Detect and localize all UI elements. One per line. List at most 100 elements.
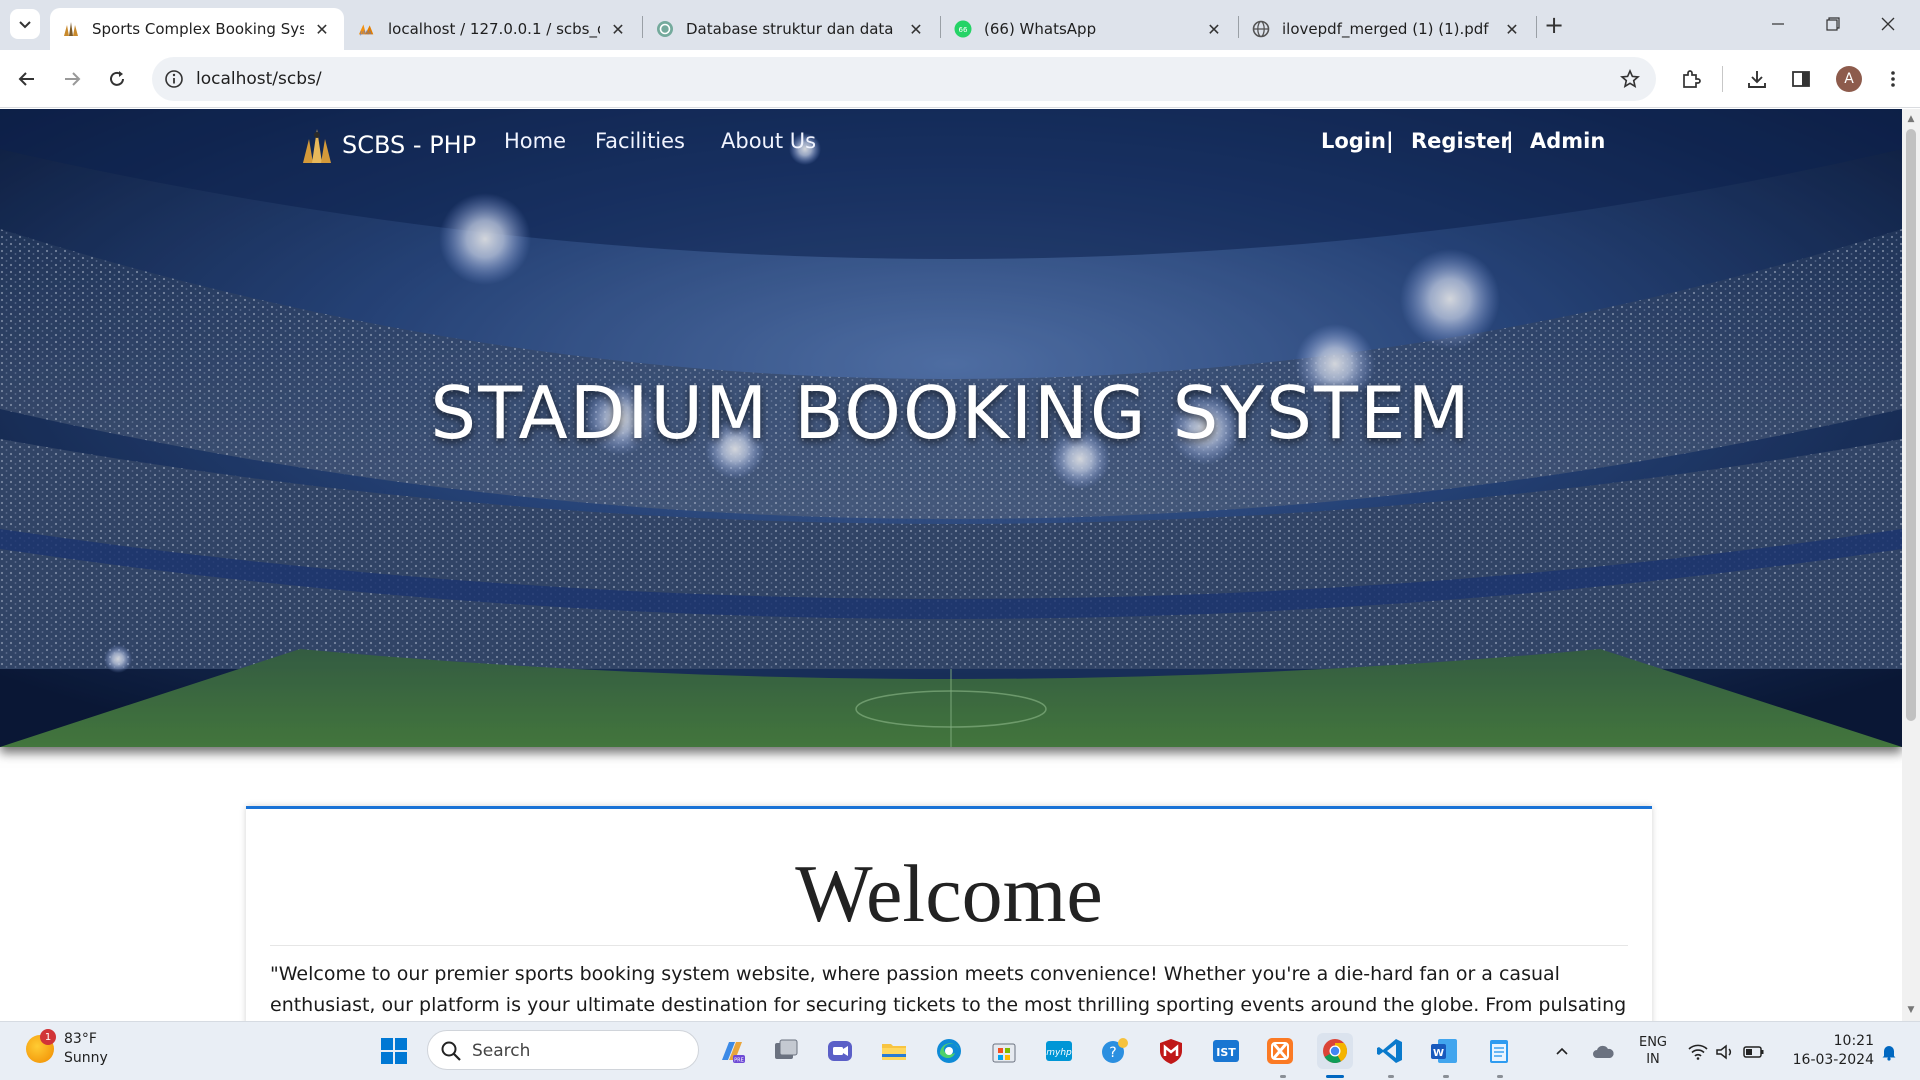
close-window-button[interactable] (1861, 0, 1915, 48)
welcome-divider (270, 945, 1628, 946)
onedrive-button[interactable] (1588, 1022, 1618, 1080)
bookmark-star-icon[interactable] (1618, 67, 1642, 91)
wifi-button[interactable] (1684, 1022, 1712, 1080)
search-placeholder: Search (472, 1041, 531, 1061)
help-icon[interactable]: ? (1096, 1033, 1132, 1069)
cloud-icon (1593, 1045, 1614, 1058)
svg-text:?: ? (1109, 1045, 1116, 1061)
nav-facilities-link[interactable]: Facilities (595, 129, 685, 153)
notifications-button[interactable] (1876, 1022, 1902, 1080)
back-arrow-icon (18, 72, 34, 86)
chrome-menu-button[interactable] (1877, 63, 1909, 95)
vscode-icon[interactable] (1372, 1033, 1408, 1069)
show-hidden-icons-button[interactable] (1548, 1022, 1576, 1080)
word-icon[interactable]: W (1426, 1033, 1462, 1069)
myhp-icon[interactable]: myhp (1041, 1033, 1077, 1069)
reload-button[interactable] (101, 63, 133, 95)
stadium-logo-icon (303, 129, 331, 163)
back-button[interactable] (11, 63, 43, 95)
running-indicator (1280, 1075, 1286, 1078)
tab-separator (1238, 16, 1239, 38)
close-tab-icon[interactable]: ✕ (906, 19, 926, 39)
tab-separator (940, 16, 941, 38)
page-scrollbar[interactable]: ▲ ▼ (1902, 109, 1920, 1021)
admin-link[interactable]: Admin (1530, 129, 1605, 153)
weather-temperature: 83°F (64, 1031, 97, 1047)
weather-widget[interactable]: 1 83°F Sunny (26, 1029, 108, 1068)
tab-title: localhost / 127.0.0.1 / scbs_db / (388, 20, 600, 38)
globe-icon (1252, 20, 1270, 38)
sun-icon: 1 (26, 1029, 56, 1063)
bell-icon (1882, 1045, 1896, 1061)
url-text[interactable]: localhost/scbs/ (196, 57, 322, 101)
mcafee-icon[interactable] (1153, 1033, 1189, 1069)
copilot-icon[interactable]: PRE (714, 1033, 750, 1069)
extensions-button[interactable] (1675, 63, 1707, 95)
tab-separator (1536, 16, 1537, 38)
chrome-icon[interactable] (1317, 1033, 1353, 1069)
profile-avatar[interactable]: A (1836, 66, 1862, 92)
new-tab-button[interactable]: + (1540, 11, 1568, 39)
xampp-icon[interactable] (1262, 1033, 1298, 1069)
close-tab-icon[interactable]: ✕ (312, 19, 332, 39)
battery-button[interactable] (1740, 1022, 1768, 1080)
close-tab-icon[interactable]: ✕ (1502, 19, 1522, 39)
notepad-icon[interactable] (1481, 1033, 1517, 1069)
edge-icon[interactable] (931, 1033, 967, 1069)
minimize-icon (1772, 23, 1784, 25)
volume-button[interactable] (1712, 1022, 1738, 1080)
notification-badge: 1 (40, 1029, 56, 1045)
login-link[interactable]: Login (1321, 129, 1386, 153)
task-view-icon[interactable] (768, 1033, 804, 1069)
svg-text:PRE: PRE (734, 1058, 744, 1064)
tab-database[interactable]: Database struktur dan data ✕ (644, 8, 938, 50)
chevron-down-icon (19, 21, 31, 29)
address-bar[interactable]: localhost/scbs/ (152, 57, 1656, 101)
forward-button[interactable] (56, 63, 88, 95)
brand-name: SCBS - PHP (342, 131, 477, 159)
ist-icon[interactable]: IST (1208, 1033, 1244, 1069)
restore-button[interactable] (1806, 0, 1860, 48)
minimize-button[interactable] (1751, 0, 1805, 48)
nav-home-link[interactable]: Home (504, 129, 566, 153)
forward-arrow-icon (65, 72, 81, 86)
tab-sports-complex[interactable]: Sports Complex Booking System ✕ (50, 8, 344, 50)
store-icon[interactable] (986, 1033, 1022, 1069)
svg-text:W: W (1433, 1048, 1444, 1059)
brand[interactable]: SCBS - PHP (300, 125, 476, 165)
file-explorer-icon[interactable] (876, 1033, 912, 1069)
clock-date: 16-03-2024 (1792, 1052, 1874, 1068)
scroll-up-arrow-icon[interactable]: ▲ (1906, 114, 1916, 124)
scroll-down-arrow-icon[interactable]: ▼ (1906, 1005, 1916, 1015)
wifi-icon (1688, 1044, 1708, 1060)
tab-title: Sports Complex Booking System (92, 20, 304, 38)
site-info-icon[interactable] (162, 67, 186, 91)
close-icon (1881, 17, 1895, 31)
close-tab-icon[interactable]: ✕ (1204, 19, 1224, 39)
register-link[interactable]: Register (1411, 129, 1511, 153)
system-clock[interactable]: 10:21 16-03-2024 (1784, 1032, 1874, 1070)
chatgpt-icon (656, 20, 674, 38)
nav-about-link[interactable]: About Us (721, 129, 816, 153)
downloads-button[interactable] (1741, 63, 1773, 95)
close-tab-icon[interactable]: ✕ (608, 19, 628, 39)
chevron-up-icon (1556, 1047, 1568, 1055)
language-indicator[interactable]: ENG IN (1633, 1034, 1673, 1068)
side-panel-button[interactable] (1785, 63, 1817, 95)
start-button[interactable] (376, 1033, 412, 1069)
tab-phpmyadmin[interactable]: pMA localhost / 127.0.0.1 / scbs_db / ✕ (346, 8, 640, 50)
teams-icon[interactable] (822, 1033, 858, 1069)
taskbar-search[interactable]: Search (427, 1030, 699, 1070)
kebab-menu-icon (1891, 71, 1895, 87)
scrollbar-thumb[interactable] (1906, 129, 1916, 721)
download-icon (1748, 71, 1766, 88)
plus-icon: + (1543, 11, 1565, 39)
region-code: IN (1646, 1052, 1660, 1067)
phpmyadmin-icon: pMA (358, 20, 376, 38)
tab-search-button[interactable] (10, 9, 40, 39)
tab-pdf[interactable]: ilovepdf_merged (1) (1).pdf ✕ (1240, 8, 1534, 50)
tab-whatsapp[interactable]: 66 (66) WhatsApp ✕ (942, 8, 1236, 50)
restore-icon (1826, 17, 1840, 31)
windows-logo-icon (381, 1038, 407, 1064)
svg-text:IST: IST (1216, 1046, 1236, 1059)
